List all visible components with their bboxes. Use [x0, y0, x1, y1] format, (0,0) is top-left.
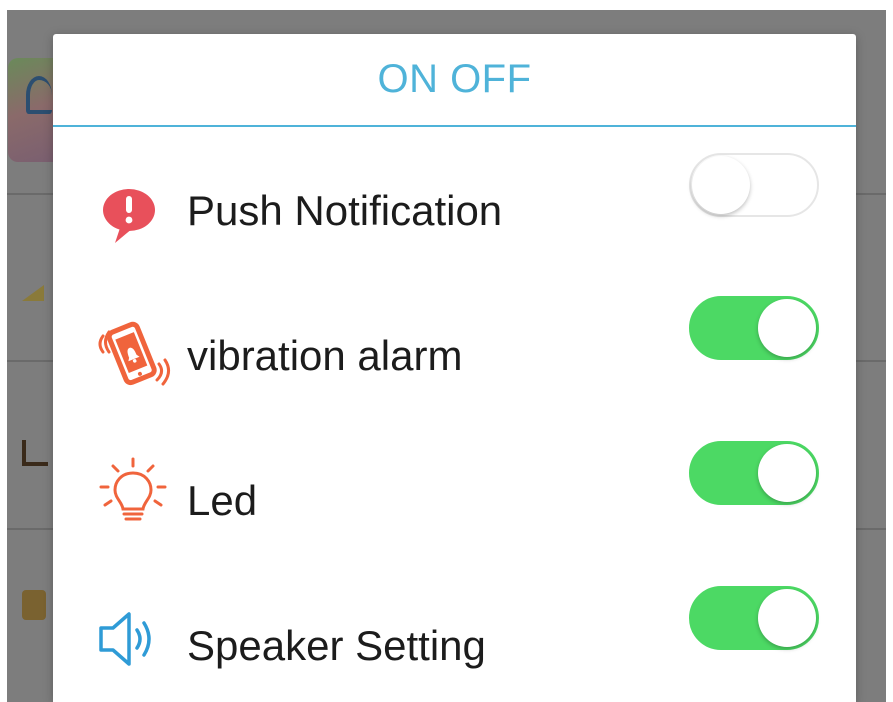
- setting-row-push-notification: Push Notification: [53, 153, 856, 257]
- background-list-icon: [22, 285, 44, 301]
- setting-label: Push Notification: [187, 187, 503, 234]
- background-left-edge: [0, 0, 7, 702]
- background-divider: [856, 193, 886, 195]
- vibrating-phone-icon: [93, 314, 173, 386]
- dialog-header: ON OFF: [53, 34, 856, 127]
- setting-row-vibration-alarm: vibration alarm: [53, 296, 856, 402]
- background-divider: [856, 528, 886, 530]
- background-list-icon: [22, 440, 48, 466]
- speaker-setting-toggle[interactable]: [689, 586, 819, 650]
- background-divider: [7, 360, 53, 362]
- setting-row-led: Led: [53, 441, 856, 547]
- setting-label: Speaker Setting: [187, 622, 486, 669]
- setting-row-speaker-setting: Speaker Setting: [53, 586, 856, 692]
- toggle-knob: [692, 156, 750, 214]
- toggle-knob: [758, 299, 816, 357]
- background-top-edge: [0, 0, 893, 10]
- background-divider: [856, 360, 886, 362]
- toggle-knob: [758, 444, 816, 502]
- push-notification-toggle[interactable]: [689, 153, 819, 217]
- background-app-icon: [8, 58, 54, 162]
- setting-label: Led: [187, 477, 258, 524]
- background-divider: [7, 528, 53, 530]
- background-divider: [7, 193, 53, 195]
- setting-label: vibration alarm: [187, 332, 463, 379]
- led-toggle[interactable]: [689, 441, 819, 505]
- dialog-title: ON OFF: [377, 57, 532, 101]
- light-bulb-icon: [93, 455, 173, 525]
- vibration-alarm-toggle[interactable]: [689, 296, 819, 360]
- alert-bubble-icon: [93, 177, 173, 247]
- on-off-dialog: ON OFF Push Notification vibration alarm…: [53, 34, 856, 702]
- toggle-knob: [758, 589, 816, 647]
- background-lock-icon: [22, 590, 46, 620]
- speaker-icon: [93, 604, 173, 674]
- background-right-edge: [886, 0, 893, 702]
